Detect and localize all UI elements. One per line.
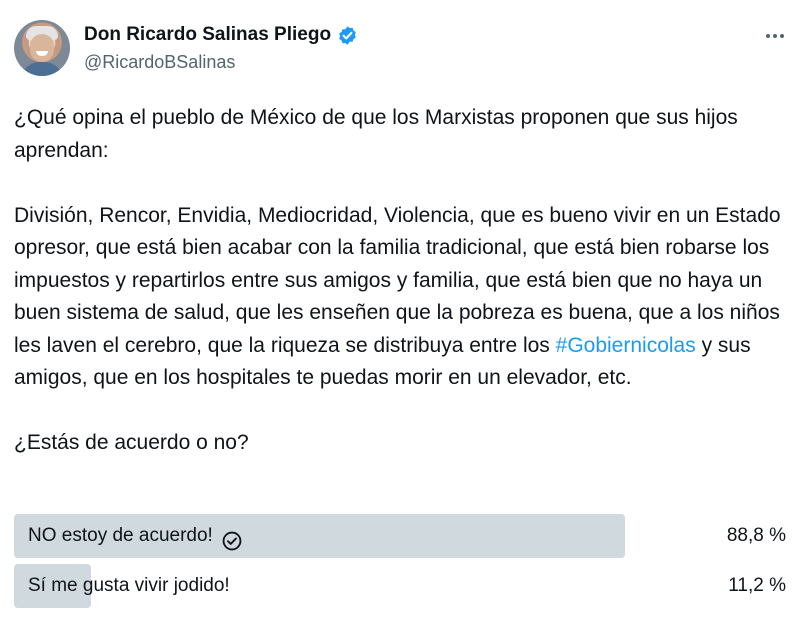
poll: NO estoy de acuerdo! 88,8 % Sí me gusta … — [14, 514, 794, 614]
verified-badge-icon — [337, 25, 358, 46]
tweet-paragraph-2: División, Rencor, Envidia, Mediocridad, … — [14, 200, 794, 395]
author-name-row[interactable]: Don Ricardo Salinas Pliego — [84, 24, 358, 46]
hashtag-link[interactable]: #Gobiernicolas — [556, 334, 696, 357]
more-options-icon[interactable] — [760, 26, 790, 46]
poll-option-1-label-row: NO estoy de acuerdo! — [28, 514, 243, 558]
poll-option-2-label-row: Sí me gusta vivir jodido! — [28, 564, 230, 608]
poll-option-2-percent: 11,2 % — [728, 575, 786, 596]
author-handle[interactable]: @RicardoBSalinas — [84, 52, 235, 73]
tweet-header: Don Ricardo Salinas Pliego @RicardoBSali… — [14, 20, 794, 80]
avatar[interactable] — [14, 20, 70, 76]
tweet-question: ¿Estás de acuerdo o no? — [14, 431, 249, 454]
poll-option-1-label: NO estoy de acuerdo! — [28, 525, 213, 546]
author-display-name[interactable]: Don Ricardo Salinas Pliego — [84, 24, 331, 46]
tweet-paragraph-1: ¿Qué opina el pueblo de México de que lo… — [14, 106, 738, 162]
poll-option-2[interactable]: Sí me gusta vivir jodido! 11,2 % — [14, 564, 794, 608]
tweet-body: ¿Qué opina el pueblo de México de que lo… — [14, 102, 794, 460]
check-circle-icon — [221, 525, 243, 551]
poll-option-2-label: Sí me gusta vivir jodido! — [28, 575, 230, 596]
poll-option-1[interactable]: NO estoy de acuerdo! 88,8 % — [14, 514, 794, 558]
poll-option-1-percent: 88,8 % — [726, 525, 786, 546]
